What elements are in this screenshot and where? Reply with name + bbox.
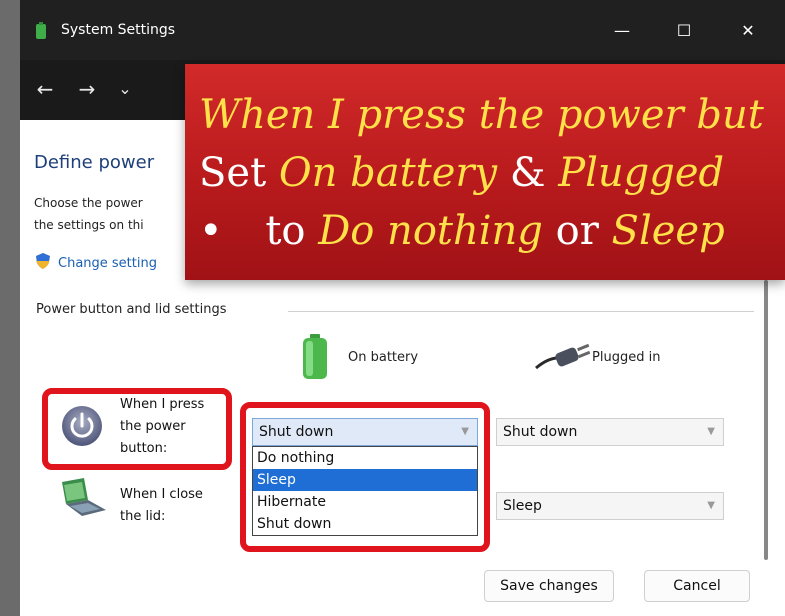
power-plug-icon <box>535 344 590 370</box>
banner-or-text: or <box>542 208 612 254</box>
section-divider <box>288 311 754 312</box>
banner-on-battery-text: On battery <box>278 150 498 196</box>
battery-icon <box>303 334 327 379</box>
lid-label-line-2: the lid: <box>120 509 166 524</box>
banner-line-1-text: When I press the power but <box>199 92 764 138</box>
maximize-button[interactable]: ☐ <box>664 14 704 48</box>
page-title: Define power <box>34 152 155 173</box>
banner-bullet: • <box>199 208 223 254</box>
page-description-line-2: the settings on thi <box>34 218 144 232</box>
title-bar: System Settings — ☐ ✕ <box>20 0 785 60</box>
power-button-plugged-in-select[interactable]: Shut down ▼ <box>496 418 724 446</box>
power-button-row-highlight <box>42 388 232 470</box>
uac-shield-icon <box>36 253 50 269</box>
banner-plugged-text: Plugged <box>558 150 725 196</box>
page-description-line-1: Choose the power <box>34 196 143 210</box>
banner-sleep-text: Sleep <box>611 208 725 254</box>
lid-plugged-in-select[interactable]: Sleep ▼ <box>496 492 724 520</box>
change-settings-link[interactable]: Change setting <box>58 256 157 271</box>
lid-plugged-in-value: Sleep <box>503 498 542 514</box>
app-icon <box>36 22 46 39</box>
cancel-button[interactable]: Cancel <box>644 570 750 602</box>
banner-ampersand-text: & <box>497 150 559 196</box>
banner-set-text: Set <box>199 150 279 196</box>
dropdown-highlight <box>240 402 490 552</box>
minimize-button[interactable]: — <box>602 14 642 48</box>
lid-label-line-1: When I close <box>120 487 203 502</box>
instruction-banner: When I press the power but Set On batter… <box>185 64 785 280</box>
save-changes-button[interactable]: Save changes <box>484 570 614 602</box>
forward-arrow-icon[interactable]: → <box>74 76 100 102</box>
section-label: Power button and lid settings <box>36 302 227 317</box>
back-arrow-icon[interactable]: ← <box>32 76 58 102</box>
plugged-in-column-header: Plugged in <box>592 350 661 365</box>
banner-line-2: Set On battery & Plugged <box>199 150 724 196</box>
recent-locations-chevron-icon[interactable]: ⌄ <box>112 76 138 102</box>
banner-line-1: When I press the power but <box>199 92 764 138</box>
banner-line-3: • to Do nothing or Sleep <box>199 208 725 254</box>
chevron-down-icon: ▼ <box>707 500 715 511</box>
on-battery-column-header: On battery <box>348 350 419 365</box>
laptop-lid-icon <box>62 478 106 516</box>
banner-do-nothing-text: Do nothing <box>318 208 543 254</box>
chevron-down-icon: ▼ <box>707 426 715 437</box>
power-button-plugged-in-value: Shut down <box>503 424 578 440</box>
banner-to-text: to <box>265 208 319 254</box>
close-button[interactable]: ✕ <box>728 14 768 48</box>
vertical-scrollbar[interactable] <box>764 280 768 560</box>
window-title: System Settings <box>61 22 176 38</box>
